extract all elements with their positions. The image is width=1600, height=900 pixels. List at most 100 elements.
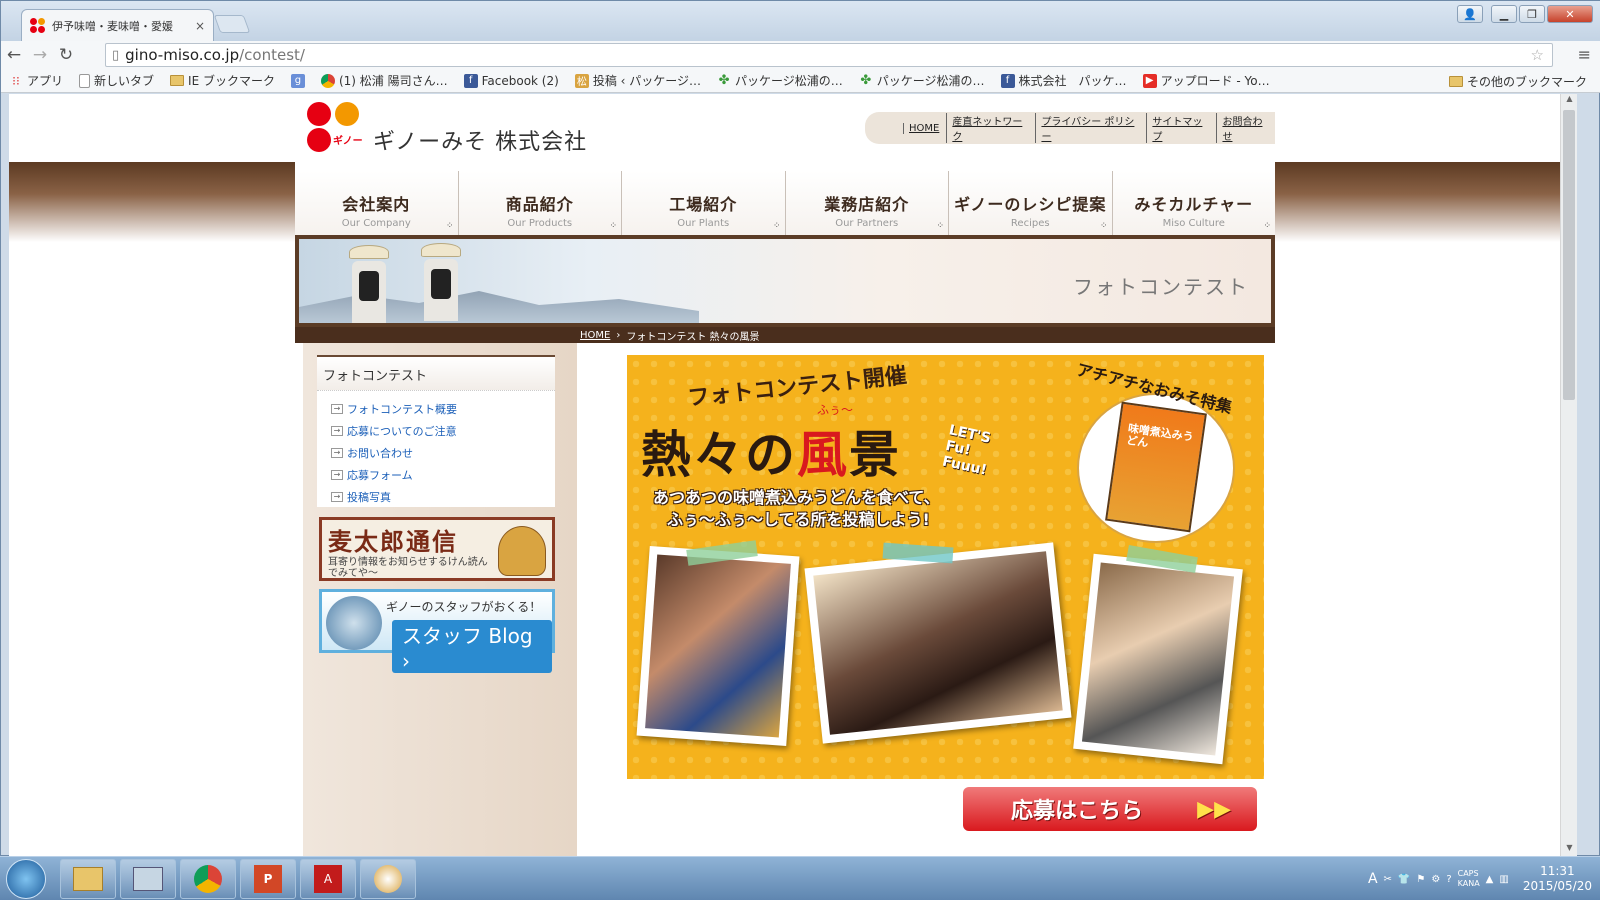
site-icon: 松 bbox=[574, 73, 589, 88]
sidebar-item-label: フォトコンテスト概要 bbox=[347, 403, 457, 416]
new-tab-button[interactable] bbox=[213, 15, 251, 33]
nav-culture[interactable]: みそカルチャー Miso Culture ⁘ bbox=[1113, 171, 1276, 235]
taskbar-explorer[interactable] bbox=[60, 859, 116, 899]
sidebar-item-notes[interactable]: → 応募についてのご注意 bbox=[331, 423, 555, 439]
bookmark-package-2[interactable]: ✤ パッケージ松浦の… bbox=[851, 72, 993, 89]
nav-partners[interactable]: 業務店紹介 Our Partners ⁘ bbox=[786, 171, 949, 235]
sidebar: フォトコンテスト → フォトコンテスト概要 → 応募についてのご注意 → お問い合わせ… bbox=[303, 343, 577, 857]
flag-icon[interactable]: ⚑ bbox=[1416, 874, 1425, 885]
gear-icon[interactable]: ⚙ bbox=[1431, 874, 1440, 885]
arrow-right-icon: → bbox=[331, 426, 343, 436]
scroll-thumb[interactable] bbox=[1563, 110, 1575, 400]
network-icon[interactable]: ▥ bbox=[1499, 874, 1508, 885]
breadcrumb-home-link[interactable]: HOME bbox=[580, 330, 610, 341]
menu-icon[interactable]: ≡ bbox=[1578, 45, 1591, 64]
bookmark-label: アップロード - Yo… bbox=[1160, 74, 1270, 88]
util-network-link[interactable]: 産直ネットワーク bbox=[946, 113, 1033, 143]
taskbar-acrobat[interactable]: A bbox=[300, 859, 356, 899]
clock[interactable]: 11:31 2015/05/20 bbox=[1523, 864, 1592, 894]
bookmark-new-tab[interactable]: 新しいタブ bbox=[71, 72, 162, 89]
sidebar-item-overview[interactable]: → フォトコンテスト概要 bbox=[331, 401, 555, 417]
poster-desc-line: ふぅ〜ふぅ〜してる所を投稿しよう! bbox=[667, 510, 930, 529]
bookmark-matsuura[interactable]: (1) 松浦 陽司さん… bbox=[313, 72, 456, 89]
start-button[interactable] bbox=[6, 859, 46, 899]
nav-sublabel: Our Plants bbox=[677, 218, 730, 229]
bookmark-youtube[interactable]: ▶ アップロード - Yo… bbox=[1135, 72, 1278, 89]
chrome-icon bbox=[320, 73, 335, 88]
forward-arrow-icon[interactable]: → bbox=[27, 45, 53, 65]
util-contact-link[interactable]: お問合わせ bbox=[1216, 113, 1275, 143]
bookmark-package-1[interactable]: ✤ パッケージ松浦の… bbox=[709, 72, 851, 89]
nav-company[interactable]: 会社案内 Our Company ⁘ bbox=[295, 171, 459, 235]
bookmark-apps[interactable]: ⁝⁝ アプリ bbox=[1, 72, 71, 89]
gino-logo[interactable]: ギノー bbox=[305, 102, 365, 154]
bookmark-facebook[interactable]: f Facebook (2) bbox=[456, 73, 567, 88]
close-window-button[interactable]: ✕ bbox=[1547, 5, 1593, 23]
sidebar-item-photos[interactable]: → 投稿写真 bbox=[331, 489, 555, 505]
nav-label: 工場紹介 bbox=[669, 195, 738, 214]
nav-recipes[interactable]: ギノーのレシピ提案 Recipes ⁘ bbox=[949, 171, 1113, 235]
mugitaro-banner[interactable]: 麦太郎通信 耳寄り情報をお知らせするけん読んでみてや〜 bbox=[319, 517, 555, 581]
bookmark-ie-folder[interactable]: IE ブックマーク bbox=[162, 72, 283, 89]
taskbar-powerpoint[interactable]: P bbox=[240, 859, 296, 899]
tab-close-icon[interactable]: × bbox=[195, 19, 205, 33]
apply-button[interactable]: 応募はこちら ▶▶ bbox=[963, 787, 1257, 831]
poster-title-accent: 風 bbox=[797, 426, 849, 484]
bookmarks-bar: ⁝⁝ アプリ 新しいタブ IE ブックマーク g (1) 松浦 陽司さん… f Fa… bbox=[1, 69, 1600, 93]
arrow-right-icon: → bbox=[331, 448, 343, 458]
help-icon[interactable]: ? bbox=[1446, 874, 1451, 885]
system-tray: A ✂ 👕 ⚑ ⚙ ? CAPS KANA ▲ ▥ 11:31 2015/05/2… bbox=[1368, 857, 1600, 900]
minimize-button[interactable]: ▁ bbox=[1491, 5, 1517, 23]
util-privacy-link[interactable]: プライバシー ポリシー bbox=[1035, 113, 1144, 143]
contest-poster: フォトコンテスト開催 ふぅ〜 熱々の風景 LET'S Fu! Fuuu! あつあ… bbox=[627, 355, 1264, 779]
clover-icon: ✤ bbox=[718, 73, 730, 88]
bookmark-company-fb[interactable]: f 株式会社 パッケ… bbox=[993, 72, 1135, 89]
nav-label: 商品紹介 bbox=[505, 195, 574, 214]
bookmark-post[interactable]: 松投稿 ‹ パッケージ… bbox=[567, 72, 709, 89]
scroll-down-icon[interactable]: ▼ bbox=[1561, 843, 1577, 857]
staff-blog-banner[interactable]: ギノーのスタッフがおくる！ スタッフ Blog › bbox=[319, 589, 555, 673]
taskbar-chrome[interactable] bbox=[180, 859, 236, 899]
maximize-button[interactable]: ❐ bbox=[1519, 5, 1545, 23]
bookmark-star-icon[interactable]: ☆ bbox=[1531, 46, 1544, 64]
sidebar-heading: フォトコンテスト bbox=[317, 357, 555, 391]
scissors-icon[interactable]: ✂ bbox=[1384, 874, 1392, 885]
pilgrim-figure bbox=[349, 245, 389, 323]
clover-icon: ✤ bbox=[860, 73, 872, 88]
poster-description: あつあつの味噌煮込みうどんを食べて、 ふぅ〜ふぅ〜してる所を投稿しよう! bbox=[653, 487, 940, 531]
browser-tab[interactable]: 伊予味噌・麦味噌・愛媛 × bbox=[21, 9, 214, 41]
sidebar-item-form[interactable]: → 応募フォーム bbox=[331, 467, 555, 483]
nav-sublabel: Our Products bbox=[507, 218, 573, 229]
reload-icon[interactable]: ↻ bbox=[53, 45, 79, 65]
address-bar[interactable]: ▯ gino-miso.co.jp/contest/ ☆ bbox=[105, 43, 1553, 67]
util-sitemap-link[interactable]: サイトマップ bbox=[1146, 113, 1214, 143]
user-profile-icon[interactable]: 👤 bbox=[1457, 5, 1483, 23]
ime-icon[interactable]: A bbox=[1368, 871, 1378, 887]
tab-title: 伊予味噌・麦味噌・愛媛 bbox=[52, 19, 173, 33]
bookmark-label: 投稿 ‹ パッケージ… bbox=[592, 74, 702, 88]
banner-image: フォトコンテスト bbox=[299, 239, 1271, 323]
nav-label: みそカルチャー bbox=[1134, 195, 1254, 214]
folder-icon bbox=[1448, 76, 1463, 87]
bookmark-label: (1) 松浦 陽司さん… bbox=[338, 74, 448, 88]
windows-taskbar: P A A ✂ 👕 ⚑ ⚙ ? CAPS KANA ▲ ▥ 11:31 2015/… bbox=[0, 856, 1600, 900]
back-arrow-icon[interactable]: ← bbox=[1, 45, 27, 65]
sidebar-item-contact[interactable]: → お問い合わせ bbox=[331, 445, 555, 461]
company-name: ギノーみそ 株式会社 bbox=[373, 130, 588, 155]
breadcrumb-current: フォトコンテスト 熱々の風景 bbox=[626, 331, 760, 343]
taskbar-app[interactable] bbox=[120, 859, 176, 899]
show-hidden-icons[interactable]: ▲ bbox=[1486, 874, 1494, 885]
product-package: 味噌煮込みうどん bbox=[1105, 401, 1207, 533]
nav-plants[interactable]: 工場紹介 Our Plants ⁘ bbox=[622, 171, 786, 235]
facebook-icon: f bbox=[463, 73, 478, 88]
util-home-link[interactable]: HOME bbox=[903, 122, 944, 134]
banner-title: フォトコンテスト bbox=[1073, 275, 1249, 299]
nav-products[interactable]: 商品紹介 Our Products ⁘ bbox=[459, 171, 622, 235]
bookmark-google[interactable]: g bbox=[283, 73, 313, 88]
vertical-scrollbar[interactable]: ▲ ▼ bbox=[1560, 94, 1577, 857]
shirt-icon[interactable]: 👕 bbox=[1398, 874, 1410, 885]
other-bookmarks[interactable]: その他のブックマーク bbox=[1448, 73, 1587, 90]
corner-dots-icon: ⁘ bbox=[936, 221, 944, 231]
taskbar-paint[interactable] bbox=[360, 859, 416, 899]
scroll-up-icon[interactable]: ▲ bbox=[1561, 94, 1577, 108]
